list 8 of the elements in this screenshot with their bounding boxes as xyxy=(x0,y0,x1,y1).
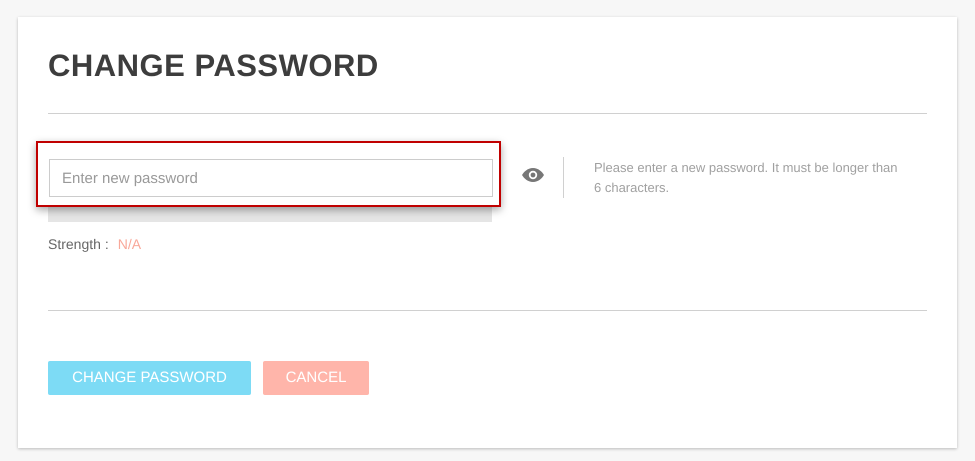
strength-value: N/A xyxy=(118,235,142,254)
strength-label: Strength : xyxy=(48,235,109,254)
change-password-button[interactable]: CHANGE PASSWORD xyxy=(48,361,251,395)
help-text: Please enter a new password. It must be longer than 6 characters. xyxy=(594,159,899,197)
password-field[interactable]: Enter new password xyxy=(49,159,493,197)
eye-icon xyxy=(522,168,544,182)
page-title: CHANGE PASSWORD xyxy=(48,47,380,85)
cancel-button[interactable]: CANCEL xyxy=(263,361,369,395)
